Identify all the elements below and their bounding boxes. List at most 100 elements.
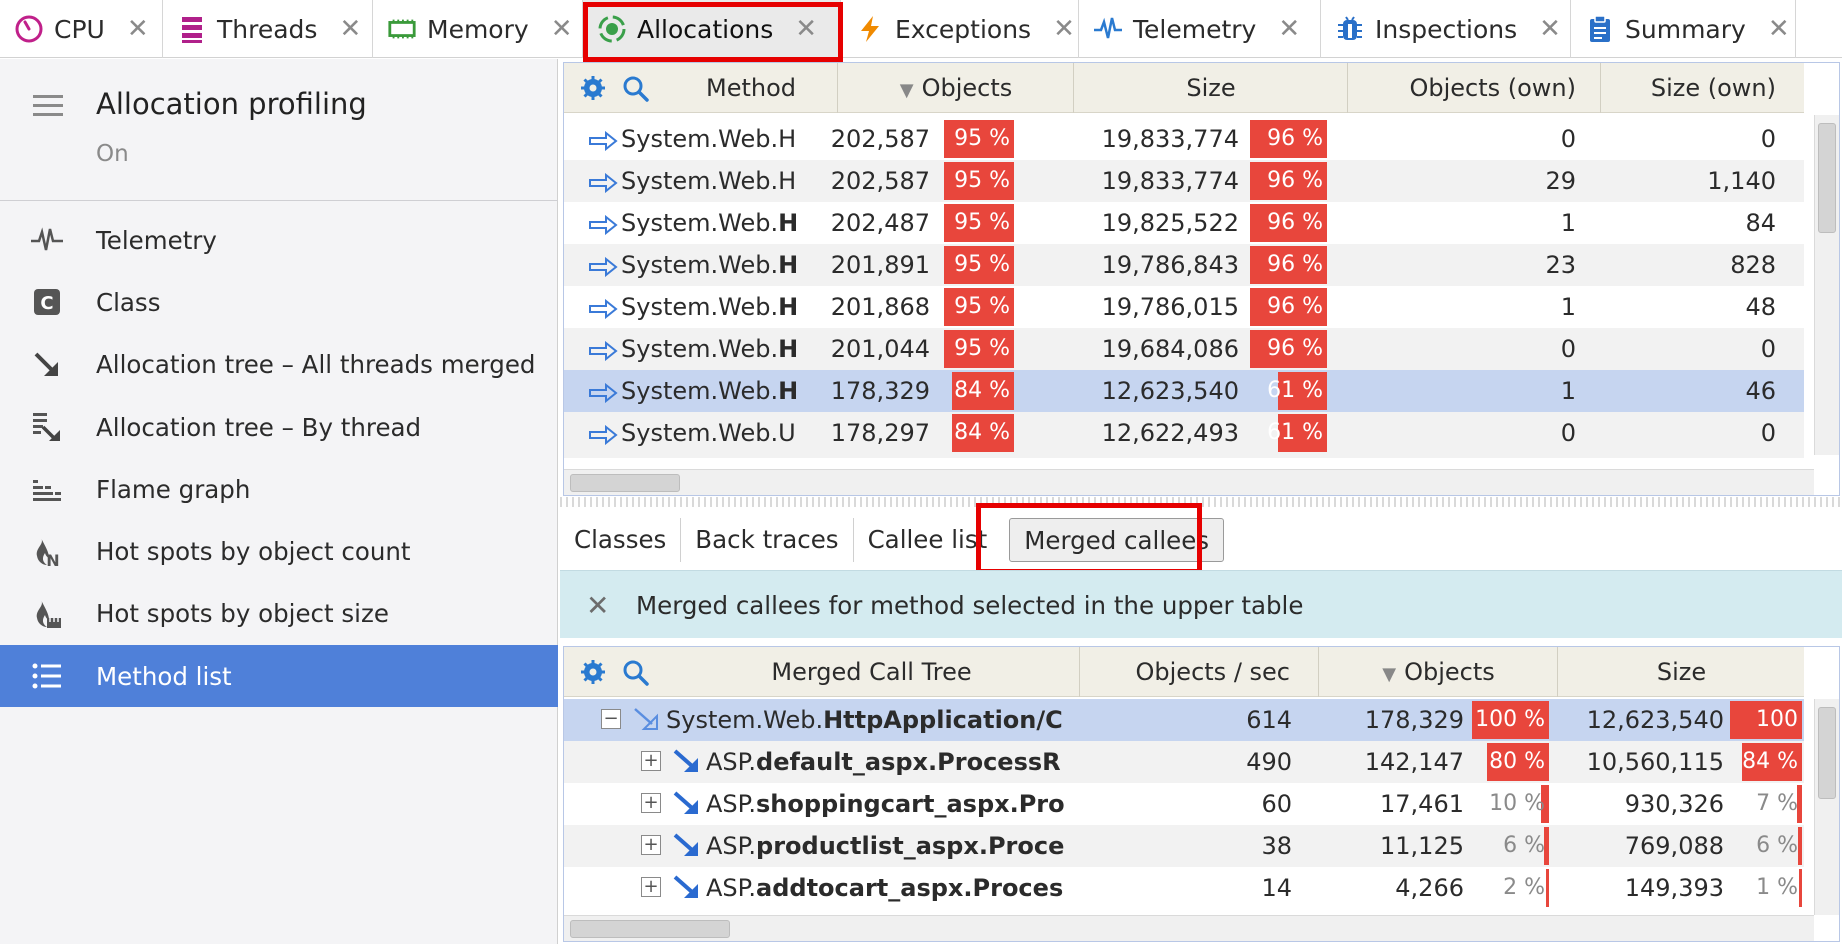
table-row[interactable]: System.Web.Http 178,329 84 % 12,623,540 61 %…	[564, 370, 1804, 412]
column-header-method[interactable]: Method	[664, 63, 838, 113]
arrow-down-right-icon	[30, 348, 64, 382]
tab-telemetry[interactable]: Telemetry ✕	[1079, 0, 1321, 58]
close-icon[interactable]: ✕	[1768, 16, 1790, 42]
scrollbar-thumb[interactable]	[570, 474, 680, 492]
close-icon[interactable]: ✕	[551, 16, 573, 42]
close-icon[interactable]: ✕	[339, 16, 361, 42]
objects-value: 178,329	[830, 377, 930, 405]
tree-row[interactable]: + ASP.default_aspx.ProcessR 490 142,147 80 %…	[564, 741, 1804, 783]
horizontal-scrollbar[interactable]	[564, 469, 1814, 495]
threads-icon	[177, 14, 207, 44]
tab-merged-callees[interactable]: Merged callees	[1009, 518, 1225, 562]
expand-icon[interactable]: +	[641, 835, 661, 855]
sidebar-item-flame-graph[interactable]: Flame graph	[0, 458, 558, 520]
close-icon[interactable]: ✕	[1539, 16, 1561, 42]
table-row[interactable]: System.Web.Http 201,891 95 % 19,786,843 96 %…	[564, 244, 1804, 286]
size-value: 19,684,086	[1101, 335, 1239, 363]
collapse-icon[interactable]: −	[601, 709, 621, 729]
sidebar-item-method-list[interactable]: Method list	[0, 645, 558, 708]
search-icon[interactable]	[622, 659, 650, 693]
tree-row[interactable]: + ASP.shoppingcart_aspx.Pro 60 17,461 10 % 93…	[564, 783, 1804, 825]
tab-callee-list[interactable]: Callee list	[854, 518, 1002, 562]
sidebar-item-allocation-tree-by-thread[interactable]: Allocation tree – By thread	[0, 396, 558, 458]
objects-percent-bar: 95 %	[940, 120, 1014, 158]
table-row[interactable]: System.Web.Hos 202,587 95 % 19,833,774 96 % 2…	[564, 160, 1804, 202]
tab-allocations[interactable]: Allocations ✕	[583, 0, 841, 58]
size-percent-bar: 84 %	[1730, 743, 1802, 781]
column-header-size[interactable]: Size	[1075, 63, 1348, 113]
objects-own-value: 1	[1560, 377, 1576, 405]
call-tree-node-name: ASP.productlist_aspx.Proce	[706, 832, 1065, 860]
settings-gear-icon[interactable]	[580, 659, 606, 691]
table-row[interactable]: System.Web.Http 202,487 95 % 19,825,522 96 %…	[564, 202, 1804, 244]
tab-classes[interactable]: Classes	[560, 518, 682, 562]
method-name: System.Web.Hos	[621, 167, 796, 195]
scrollbar-thumb[interactable]	[1818, 123, 1836, 233]
table-row[interactable]: System.Web.UI.P 178,297 84 % 12,622,493 61 %…	[564, 412, 1804, 454]
close-icon[interactable]: ✕	[1278, 16, 1300, 42]
close-icon[interactable]: ✕	[127, 16, 149, 42]
tab-inspections[interactable]: Inspections ✕	[1321, 0, 1571, 58]
vertical-scrollbar[interactable]	[1814, 699, 1839, 915]
tab-label: CPU	[54, 14, 105, 44]
sidebar-item-label: Hot spots by object count	[96, 537, 411, 567]
tree-row[interactable]: + ASP.productlist_aspx.Proce 38 11,125 6 % 76…	[564, 825, 1804, 867]
tree-root-row[interactable]: − System.Web.HttpApplication/C 614 178,329 1…	[564, 699, 1804, 741]
column-header-size[interactable]: Size	[1559, 647, 1804, 697]
objects-value: 202,587	[830, 125, 930, 153]
close-icon[interactable]: ✕	[586, 589, 609, 622]
sidebar-item-class[interactable]: C Class	[0, 271, 558, 333]
tab-cpu[interactable]: CPU ✕	[0, 0, 163, 58]
sidebar-item-telemetry[interactable]: Telemetry	[0, 209, 558, 271]
column-header-objects[interactable]: ▼ Objects	[839, 63, 1074, 113]
objects-per-sec-value: 490	[1246, 748, 1292, 776]
tab-threads[interactable]: Threads ✕	[163, 0, 373, 58]
search-icon[interactable]	[622, 75, 650, 109]
hamburger-menu-icon[interactable]	[33, 95, 63, 122]
size-percent-bar: 61 %	[1247, 414, 1327, 452]
table-row[interactable]: System.Web.Hos 202,587 95 % 19,833,774 96 % 0…	[564, 118, 1804, 160]
panel-splitter[interactable]	[560, 497, 1842, 507]
tab-summary[interactable]: Summary ✕	[1571, 0, 1796, 58]
thread-tree-icon	[30, 410, 64, 444]
close-icon[interactable]: ✕	[1053, 16, 1075, 42]
objects-value: 201,044	[830, 335, 930, 363]
column-header-objects-own[interactable]: Objects (own)	[1349, 63, 1601, 113]
sidebar-item-label: Flame graph	[96, 474, 251, 504]
sidebar-item-hotspots-count[interactable]: N Hot spots by object count	[0, 520, 558, 582]
size-own-value: 1,140	[1707, 167, 1776, 195]
size-own-value: 0	[1760, 335, 1776, 363]
size-percent-bar: 96 %	[1247, 120, 1327, 158]
tab-exceptions[interactable]: Exceptions ✕	[841, 0, 1079, 58]
table-row[interactable]: System.Web.Http 201,044 95 % 19,684,086 96 %…	[564, 328, 1804, 370]
column-header-objects[interactable]: ▼ Objects	[1320, 647, 1558, 697]
column-header-objects-per-sec[interactable]: Objects / sec	[1081, 647, 1319, 697]
table-row[interactable]: System.Web.Http 201,868 95 % 19,786,015 96 %…	[564, 286, 1804, 328]
settings-gear-icon[interactable]	[580, 75, 606, 107]
sidebar-item-hotspots-size[interactable]: Hot spots by object size	[0, 583, 558, 645]
table-body: − System.Web.HttpApplication/C 614 178,329 1…	[564, 699, 1804, 909]
size-own-value: 0	[1760, 419, 1776, 447]
sidebar-item-allocation-tree-merged[interactable]: Allocation tree – All threads merged	[0, 334, 558, 396]
size-value: 149,393	[1624, 874, 1724, 902]
scrollbar-thumb[interactable]	[570, 920, 730, 938]
scrollbar-thumb[interactable]	[1818, 707, 1836, 799]
expand-icon[interactable]: +	[641, 793, 661, 813]
call-arrow-icon	[672, 748, 702, 780]
column-header-size-own[interactable]: Size (own)	[1602, 63, 1802, 113]
expand-icon[interactable]: +	[641, 877, 661, 897]
size-value: 19,786,015	[1101, 293, 1239, 321]
tab-memory[interactable]: Memory ✕	[373, 0, 583, 58]
column-header-merged-call-tree[interactable]: Merged Call Tree	[664, 647, 1080, 697]
vertical-scrollbar[interactable]	[1814, 115, 1839, 455]
call-arrow-icon	[672, 832, 702, 864]
objects-percent-bar: 95 %	[940, 288, 1014, 326]
tab-back-traces[interactable]: Back traces	[681, 518, 854, 562]
tab-label: Telemetry	[1133, 14, 1257, 44]
bottom-view-tabs: Classes Back traces Callee list Merged c…	[560, 512, 1842, 568]
expand-icon[interactable]: +	[641, 751, 661, 771]
close-icon[interactable]: ✕	[795, 16, 817, 42]
horizontal-scrollbar[interactable]	[564, 915, 1814, 941]
size-own-value: 0	[1760, 125, 1776, 153]
tree-row[interactable]: + ASP.addtocart_aspx.Proces 14 4,266 2 % 149,…	[564, 867, 1804, 909]
